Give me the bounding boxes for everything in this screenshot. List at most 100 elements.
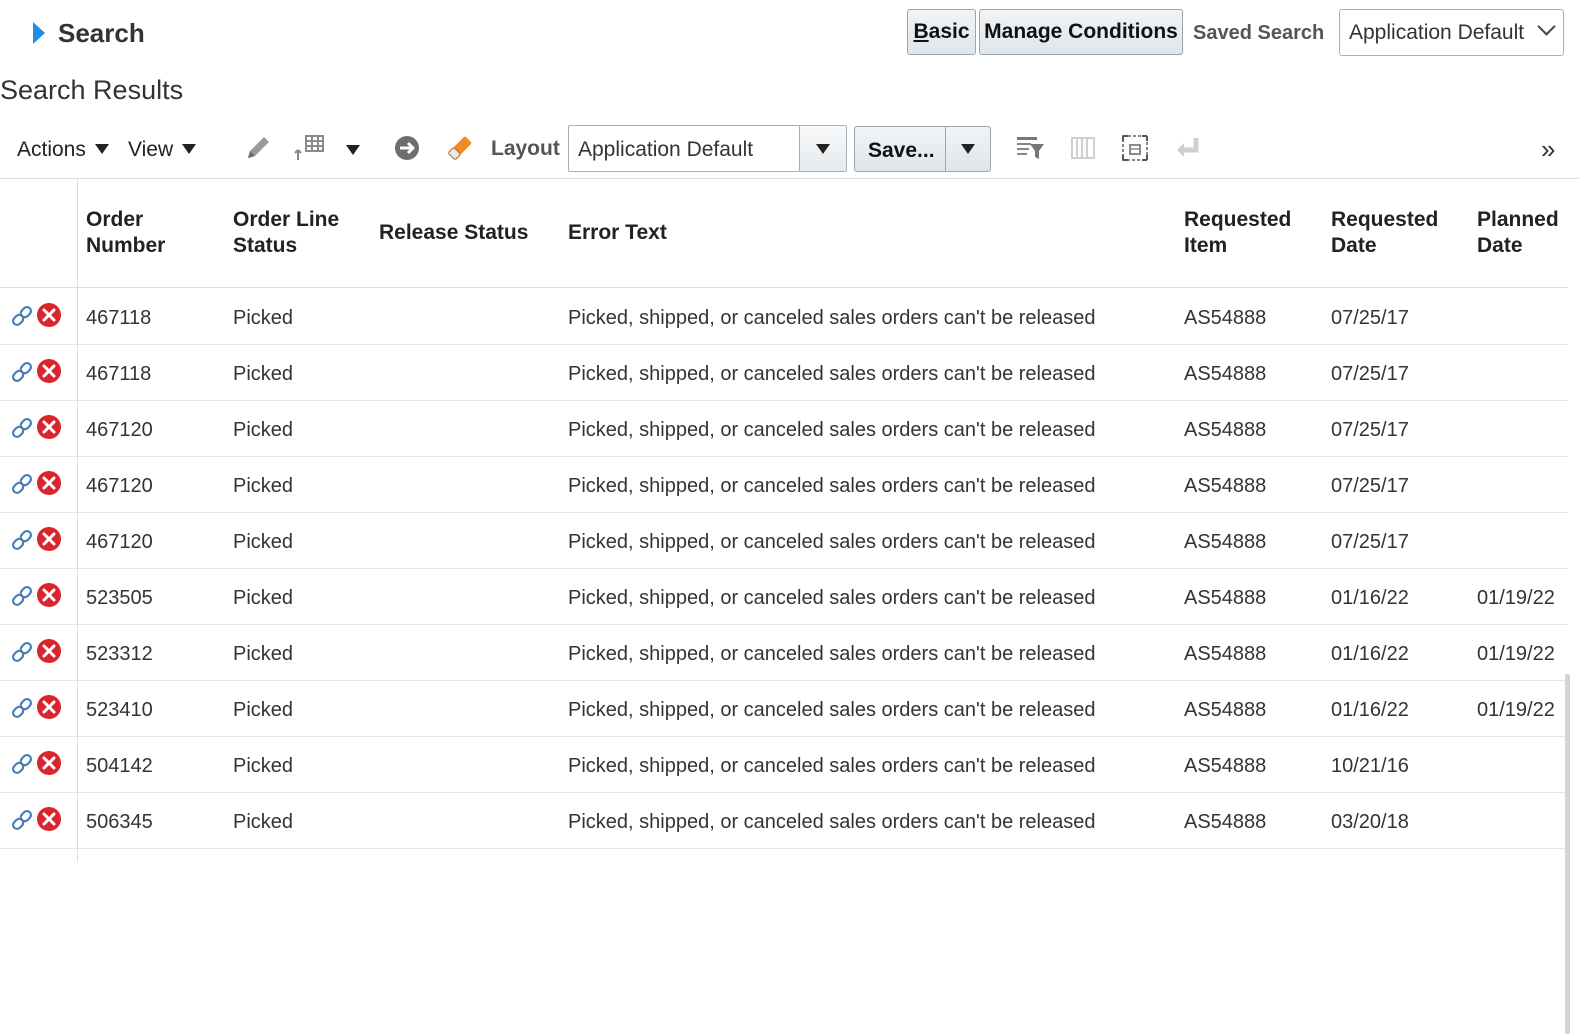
error-icon[interactable] (36, 750, 62, 776)
column-header-label: Date (1331, 234, 1377, 257)
saved-search-select[interactable]: Application Default (1339, 9, 1564, 56)
column-header-label: Item (1184, 234, 1228, 257)
column-header-label: Number (86, 234, 166, 257)
error-text-cell: Picked, shipped, or canceled sales order… (568, 363, 1096, 385)
manage-conditions-button[interactable]: Manage Conditions (979, 9, 1183, 55)
actions-label: Actions (17, 138, 86, 161)
columns-icon[interactable] (1065, 130, 1101, 166)
error-text-cell: Picked, shipped, or canceled sales order… (568, 475, 1096, 497)
order-number-cell[interactable]: 504142 (86, 755, 153, 778)
column-header-order-number[interactable]: Order Number (86, 207, 165, 259)
overflow-chevrons-icon[interactable]: » (1541, 134, 1555, 165)
error-icon[interactable] (36, 582, 62, 608)
table-row[interactable]: 523410 Picked Picked, shipped, or cancel… (0, 680, 1568, 737)
actions-menu[interactable]: Actions (17, 138, 109, 162)
view-menu[interactable]: View (128, 138, 197, 162)
detach-icon[interactable] (1117, 130, 1153, 166)
link-icon[interactable] (9, 583, 35, 609)
error-text-cell: Picked, shipped, or canceled sales order… (568, 643, 1096, 665)
error-icon[interactable] (36, 302, 62, 328)
requested-date-cell: 01/16/22 (1331, 643, 1409, 665)
order-line-status-cell: Picked (233, 419, 294, 441)
column-header-label: Order (86, 208, 144, 231)
order-line-status-cell: Picked (233, 699, 294, 721)
table-row[interactable]: 467120 Picked Picked, shipped, or cancel… (0, 456, 1568, 513)
column-header-requested-date[interactable]: Requested Date (1331, 207, 1438, 259)
basic-label-rest: asic (928, 20, 970, 43)
requested-date-cell: 01/16/22 (1331, 587, 1409, 609)
order-number-cell[interactable]: 467118 (86, 363, 151, 386)
table-row[interactable]: 467118 Picked Picked, shipped, or cancel… (0, 344, 1568, 401)
split-divider (945, 127, 946, 171)
requested-item-cell: AS54888 (1184, 811, 1267, 833)
order-number-cell[interactable]: 523410 (86, 699, 153, 722)
link-icon[interactable] (9, 807, 35, 833)
requested-date-cell: 07/25/17 (1331, 531, 1409, 553)
results-toolbar: Actions View Layout Application Default … (0, 122, 1579, 177)
column-header-release-status[interactable]: Release Status (379, 220, 528, 246)
link-icon[interactable] (9, 639, 35, 665)
order-number-cell[interactable]: 523505 (86, 587, 153, 610)
column-header-planned-date[interactable]: Planned Date (1477, 207, 1559, 259)
error-icon[interactable] (36, 526, 62, 552)
order-number-cell[interactable]: 467120 (86, 475, 153, 498)
requested-date-cell: 03/20/18 (1331, 811, 1409, 833)
layout-select[interactable]: Application Default (568, 125, 847, 172)
link-icon[interactable] (9, 415, 35, 441)
error-text-cell: Picked, shipped, or canceled sales order… (568, 419, 1096, 441)
order-line-status-cell: Picked (233, 531, 294, 553)
order-line-status-cell: Picked (233, 643, 294, 665)
basic-access-key: B (913, 20, 929, 43)
save-layout-button[interactable]: Save... (854, 126, 991, 172)
planned-date-cell: 01/19/22 (1477, 587, 1555, 609)
requested-date-cell: 07/25/17 (1331, 475, 1409, 497)
order-number-cell[interactable]: 467120 (86, 419, 153, 442)
column-header-order-line-status[interactable]: Order Line Status (233, 207, 339, 259)
error-icon[interactable] (36, 470, 62, 496)
link-icon[interactable] (9, 359, 35, 385)
eraser-icon[interactable] (442, 130, 478, 166)
table-row[interactable]: 467120 Picked Picked, shipped, or cancel… (0, 512, 1568, 569)
freeze-columns-icon[interactable] (294, 130, 330, 166)
disclosure-expand-icon[interactable] (33, 22, 45, 44)
requested-date-cell: 07/25/17 (1331, 307, 1409, 329)
order-number-cell[interactable]: 506345 (86, 811, 153, 834)
column-header-label: Requested (1184, 208, 1292, 231)
link-icon[interactable] (9, 303, 35, 329)
table-row[interactable]: 506345 Picked Picked, shipped, or cancel… (0, 792, 1568, 849)
column-header-error-text[interactable]: Error Text (568, 220, 667, 246)
error-icon[interactable] (36, 414, 62, 440)
order-number-cell[interactable]: 467118 (86, 307, 151, 330)
search-title[interactable]: Search (58, 18, 145, 49)
layout-label: Layout (491, 137, 560, 160)
error-icon[interactable] (36, 806, 62, 832)
go-arrow-icon[interactable] (389, 130, 425, 166)
order-number-cell[interactable]: 467120 (86, 531, 153, 554)
link-icon[interactable] (9, 695, 35, 721)
table-row[interactable]: 504142 Picked Picked, shipped, or cancel… (0, 736, 1568, 793)
layout-dropdown-button[interactable] (799, 126, 846, 171)
error-icon[interactable] (36, 358, 62, 384)
basic-button[interactable]: Basic (907, 9, 976, 55)
vertical-scrollbar[interactable] (1565, 674, 1570, 1034)
column-header-requested-item[interactable]: Requested Item (1184, 207, 1291, 259)
column-header-label: Status (233, 234, 298, 257)
error-icon[interactable] (36, 638, 62, 664)
table-row[interactable]: 467120 Picked Picked, shipped, or cancel… (0, 400, 1568, 457)
requested-item-cell: AS54888 (1184, 755, 1267, 777)
order-number-cell[interactable]: 523312 (86, 643, 153, 666)
table-row[interactable]: 523505 Picked Picked, shipped, or cancel… (0, 568, 1568, 625)
save-dropdown-icon[interactable] (961, 144, 975, 154)
table-row[interactable]: 523312 Picked Picked, shipped, or cancel… (0, 624, 1568, 681)
error-icon[interactable] (36, 694, 62, 720)
query-by-example-icon[interactable] (1012, 130, 1048, 166)
link-icon[interactable] (9, 471, 35, 497)
saved-search-label: Saved Search (1193, 22, 1325, 44)
edit-pencil-icon[interactable] (240, 130, 276, 166)
link-icon[interactable] (9, 527, 35, 553)
link-icon[interactable] (9, 751, 35, 777)
table-row[interactable]: 467118 Picked Picked, shipped, or cancel… (0, 288, 1568, 345)
freeze-dropdown-icon[interactable] (346, 145, 360, 155)
wrap-return-icon[interactable] (1170, 130, 1206, 166)
requested-date-cell: 10/21/16 (1331, 755, 1409, 777)
